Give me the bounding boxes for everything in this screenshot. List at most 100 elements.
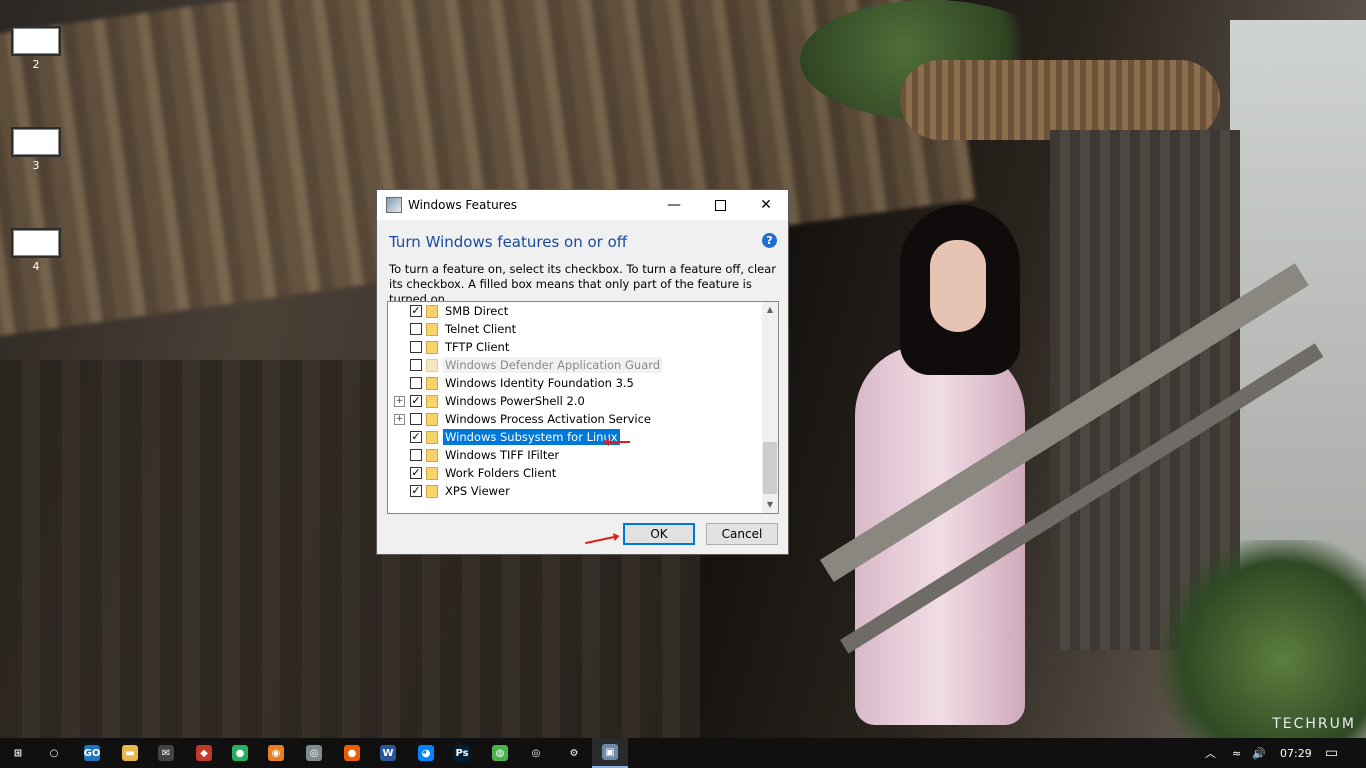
- feature-checkbox[interactable]: [410, 449, 422, 461]
- network-glyph: ≈: [1232, 746, 1242, 760]
- taskbar-app-9[interactable]: ◎: [296, 738, 332, 768]
- close-button[interactable]: ✕: [743, 190, 789, 220]
- desktop-icon-label: 3: [32, 159, 40, 172]
- feature-row[interactable]: + ✓ Windows PowerShell 2.0: [388, 392, 763, 410]
- expand-icon[interactable]: +: [394, 413, 405, 425]
- ok-button[interactable]: OK: [623, 523, 695, 545]
- watermark-logo: TECHRUM: [1272, 716, 1356, 732]
- wallpaper-mat: [900, 60, 1220, 140]
- desktop-icon-thumbnail: [13, 28, 59, 54]
- taskbar-mail-app[interactable]: ✉: [148, 738, 184, 768]
- taskbar-chrome[interactable]: ◍: [482, 738, 518, 768]
- dialog-heading: Turn Windows features on or off: [389, 233, 628, 251]
- network-icon[interactable]: ≈: [1232, 738, 1241, 768]
- red-arrow-annotation: [585, 535, 615, 545]
- taskbar-firefox[interactable]: ●: [334, 738, 370, 768]
- app-7-icon: ●: [232, 745, 248, 761]
- feature-row[interactable]: ✓ SMB Direct: [388, 302, 763, 320]
- feature-label: Windows Defender Application Guard: [443, 357, 663, 373]
- dialog-title: Windows Features: [408, 198, 517, 212]
- feature-row[interactable]: + Windows Process Activation Service: [388, 410, 763, 428]
- chevron-up-icon: ︿: [1205, 747, 1216, 760]
- taskbar-gotv-app[interactable]: GO: [74, 738, 110, 768]
- wallpaper-palm: [1150, 540, 1366, 738]
- feature-checkbox[interactable]: [410, 359, 422, 371]
- start-button-icon: ⊞: [10, 745, 26, 761]
- desktop-icon-label: 2: [32, 58, 40, 71]
- minimize-button[interactable]: —: [651, 190, 697, 220]
- expand-icon[interactable]: +: [394, 395, 405, 407]
- taskbar-photoshop[interactable]: Ps: [444, 738, 480, 768]
- feature-checkbox[interactable]: [410, 377, 422, 389]
- action-center-button[interactable]: ▭: [1325, 738, 1338, 768]
- desktop-icon-thumbnail: [13, 129, 59, 155]
- feature-checkbox[interactable]: ✓: [410, 485, 422, 497]
- feature-checkbox[interactable]: ✓: [410, 395, 422, 407]
- wallpaper-person-face: [930, 240, 986, 332]
- groove-icon: ◎: [528, 745, 544, 761]
- firefox-icon: ●: [344, 745, 360, 761]
- folder-icon: [426, 430, 438, 444]
- word-icon: W: [380, 745, 396, 761]
- folder-icon: [426, 466, 438, 480]
- clock-time: 07:29: [1280, 746, 1312, 760]
- feature-row[interactable]: ✓ Windows Subsystem for Linux: [388, 428, 763, 446]
- feature-row[interactable]: Windows Defender Application Guard: [388, 356, 763, 374]
- maximize-button[interactable]: [697, 190, 743, 220]
- taskbar-settings[interactable]: ⚙: [556, 738, 592, 768]
- windows-features-dialog: Windows Features — ✕ Turn Windows featur…: [376, 189, 789, 555]
- feature-label: Telnet Client: [445, 322, 517, 336]
- feature-label: Windows TIFF IFilter: [445, 448, 560, 462]
- taskbar-groove[interactable]: ◎: [518, 738, 554, 768]
- volume-icon[interactable]: 🔊: [1252, 738, 1266, 768]
- cancel-button[interactable]: Cancel: [706, 523, 778, 545]
- feature-label: Work Folders Client: [445, 466, 557, 480]
- taskbar-messenger[interactable]: ◕: [408, 738, 444, 768]
- feature-row[interactable]: Windows TIFF IFilter: [388, 446, 763, 464]
- feature-row[interactable]: Windows Identity Foundation 3.5: [388, 374, 763, 392]
- chrome-icon: ◍: [492, 745, 508, 761]
- scroll-up-icon[interactable]: ▲: [762, 302, 778, 318]
- cortana-button-icon: ○: [46, 745, 62, 761]
- taskbar-app-6[interactable]: ◆: [186, 738, 222, 768]
- app-9-icon: ◎: [306, 745, 322, 761]
- folder-icon: [426, 322, 438, 336]
- taskbar: ⊞ ○ GO ▬ ✉ ◆ ● ◉ ◎ ● W ◕ Ps ◍ ◎ ⚙ ▣ ︿ ≈ 🔊 07:29 ▭: [0, 738, 1366, 768]
- file-explorer-icon: ▬: [122, 745, 138, 761]
- features-scrollbar[interactable]: ▲ ▼: [762, 302, 778, 513]
- dialog-titlebar[interactable]: Windows Features — ✕: [377, 190, 788, 220]
- features-list[interactable]: ✓ SMB Direct Telnet Client TFTP Client Windo…: [387, 301, 779, 514]
- scroll-down-icon[interactable]: ▼: [762, 497, 778, 513]
- feature-checkbox[interactable]: [410, 323, 422, 335]
- feature-row[interactable]: TFTP Client: [388, 338, 763, 356]
- show-hidden-icons-button[interactable]: ︿: [1205, 738, 1216, 768]
- gotv-app-icon: GO: [84, 745, 100, 761]
- scroll-thumb[interactable]: [763, 442, 777, 494]
- desktop-icon[interactable]: 3: [12, 129, 60, 172]
- feature-checkbox[interactable]: ✓: [410, 431, 422, 443]
- feature-row[interactable]: Telnet Client: [388, 320, 763, 338]
- taskbar-app-8[interactable]: ◉: [258, 738, 294, 768]
- feature-label: Windows Process Activation Service: [445, 412, 652, 426]
- desktop-icon[interactable]: 4: [12, 230, 60, 273]
- feature-checkbox[interactable]: ✓: [410, 467, 422, 479]
- taskbar-windows-features[interactable]: ▣: [592, 738, 628, 768]
- taskbar-start-button[interactable]: ⊞: [0, 738, 36, 768]
- taskbar-word[interactable]: W: [370, 738, 406, 768]
- taskbar-cortana-button[interactable]: ○: [36, 738, 72, 768]
- feature-checkbox[interactable]: [410, 413, 422, 425]
- help-icon[interactable]: ?: [762, 233, 777, 248]
- desktop-icon[interactable]: 2: [12, 28, 60, 71]
- taskbar-file-explorer[interactable]: ▬: [112, 738, 148, 768]
- feature-checkbox[interactable]: [410, 341, 422, 353]
- desktop-icon-label: 4: [32, 260, 40, 273]
- red-arrow-annotation: [603, 438, 630, 446]
- feature-checkbox[interactable]: ✓: [410, 305, 422, 317]
- feature-row[interactable]: ✓ Work Folders Client: [388, 464, 763, 482]
- feature-label: TFTP Client: [445, 340, 510, 354]
- feature-label: Windows Subsystem for Linux: [443, 429, 620, 445]
- taskbar-app-7[interactable]: ●: [222, 738, 258, 768]
- maximize-icon: [714, 199, 726, 211]
- clock[interactable]: 07:29: [1280, 738, 1312, 768]
- feature-row[interactable]: ✓ XPS Viewer: [388, 482, 763, 500]
